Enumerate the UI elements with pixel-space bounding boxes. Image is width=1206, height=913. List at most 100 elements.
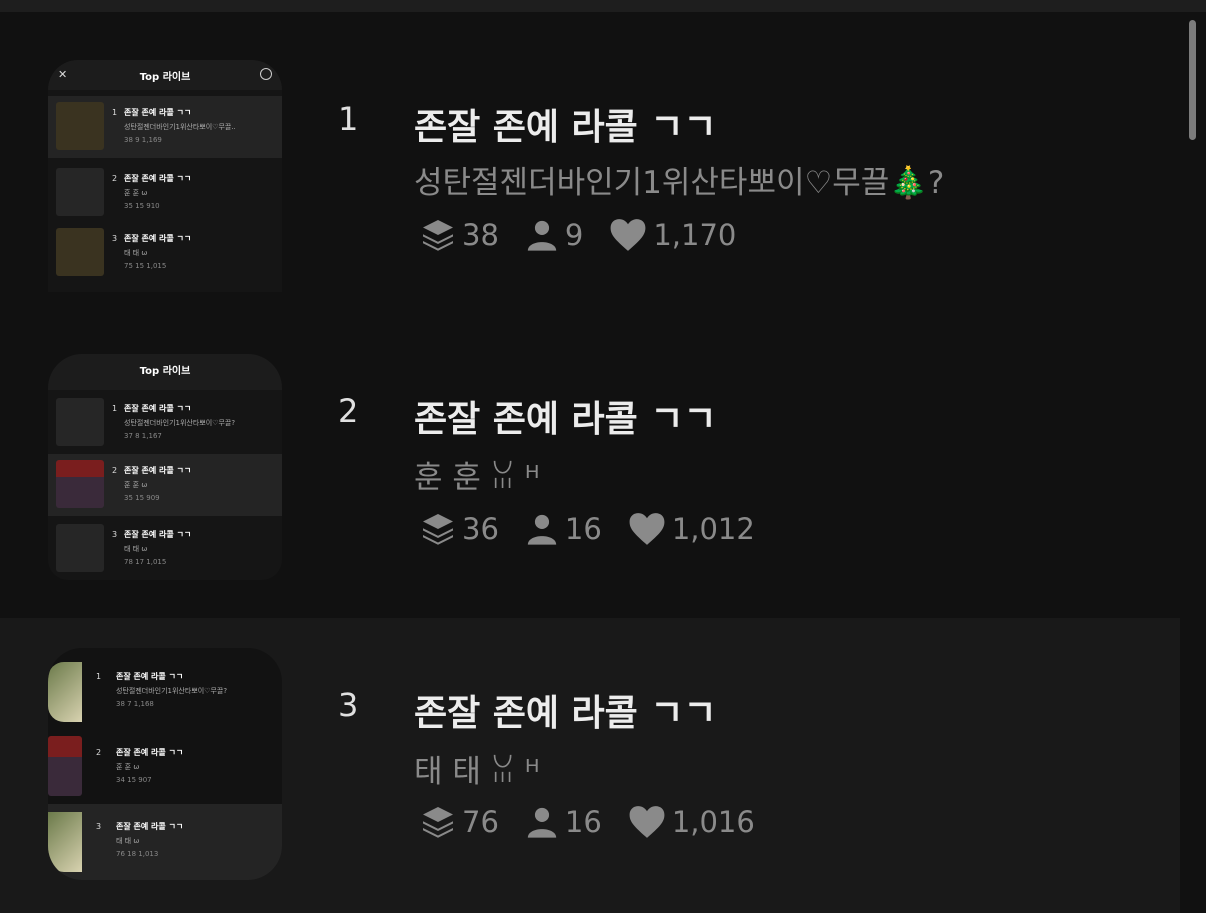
layers-icon xyxy=(420,217,456,253)
thumbnail-image xyxy=(48,736,82,796)
thumbnail-item-stats: 35 15 910 xyxy=(124,202,160,210)
thumbnail-image xyxy=(56,168,104,216)
heart-icon xyxy=(609,217,647,253)
thumbnail-list-item: 1 존잘 존예 라콜 ㄱㄱ 성탄절젠더바인기1위산타뽀이♡무끌? 38 7 1,… xyxy=(48,660,282,722)
thumbnail-list-item: 1 존잘 존예 라콜 ㄱㄱ 성탄절젠더바인기1위산타뽀이♡무끌.. 38 9 1… xyxy=(48,96,282,158)
top-bar xyxy=(0,0,1206,12)
thumbnail-item-title: 존잘 존예 라콜 ㄱㄱ xyxy=(116,822,184,831)
thumbnail-item-stats: 75 15 1,015 xyxy=(124,262,167,270)
layers-count: 38 xyxy=(462,218,499,252)
user-icon xyxy=(525,805,559,839)
users-stat: 16 xyxy=(525,805,602,839)
thumbnail-item-stats: 38 9 1,169 xyxy=(124,136,162,144)
live-host-name: 훈 훈 ꈍ ᴴ xyxy=(414,460,540,496)
vertical-scrollbar[interactable] xyxy=(1189,20,1196,140)
layers-count: 36 xyxy=(462,512,499,546)
thumbnail-header: Top 라이브 xyxy=(48,354,282,390)
thumbnail-item-subtitle: 태 태 ω xyxy=(124,249,148,257)
live-list-item-2[interactable]: Top 라이브 1 존잘 존예 라콜 ㄱㄱ 성탄절젠더바인기1위산타뽀이♡무끌?… xyxy=(0,304,1180,618)
heart-icon xyxy=(628,511,666,547)
thumbnail-item-stats: 76 18 1,013 xyxy=(116,850,159,858)
thumbnail-item-title: 존잘 존예 라콜 ㄱㄱ xyxy=(124,530,192,539)
thumbnail-item-subtitle: 태 태 ω xyxy=(116,837,140,845)
thumbnail-item-subtitle: 성탄절젠더바인기1위산타뽀이♡무끌? xyxy=(116,687,228,695)
live-thumbnail: 1 존잘 존예 라콜 ㄱㄱ 성탄절젠더바인기1위산타뽀이♡무끌? 38 7 1,… xyxy=(48,648,282,880)
rank-number: 3 xyxy=(338,686,359,724)
refresh-icon xyxy=(260,68,272,80)
live-title: 존잘 존예 라콜 ㄱㄱ xyxy=(414,693,717,734)
likes-stat: 1,170 xyxy=(609,217,736,253)
thumbnail-item-stats: 34 15 907 xyxy=(116,776,152,784)
thumbnail-item-stats: 78 17 1,015 xyxy=(124,558,167,566)
users-count: 9 xyxy=(564,218,584,252)
live-thumbnail: ✕ Top 라이브 1 존잘 존예 라콜 ㄱㄱ 성탄절젠더바인기1위산타뽀이♡무… xyxy=(48,60,282,292)
live-stats: 76 16 1,016 xyxy=(420,802,781,842)
thumbnail-item-subtitle: 훈 훈 ω xyxy=(124,189,148,197)
thumbnail-item-title: 존잘 존예 라콜 ㄱㄱ xyxy=(116,672,184,681)
thumbnail-item-title: 존잘 존예 라콜 ㄱㄱ xyxy=(116,748,184,757)
live-stats: 36 16 1,012 xyxy=(420,509,781,549)
thumbnail-item-rank: 1 xyxy=(112,108,118,117)
thumbnail-item-rank: 1 xyxy=(96,672,102,681)
thumbnail-list-item: 2 존잘 존예 라콜 ㄱㄱ 훈 훈 ω 35 15 910 xyxy=(48,162,282,224)
likes-stat: 1,012 xyxy=(628,511,755,547)
user-icon xyxy=(525,512,559,546)
thumbnail-item-stats: 35 15 909 xyxy=(124,494,160,502)
thumbnail-list-item: 3 존잘 존예 라콜 ㄱㄱ 태 태 ω 76 18 1,013 xyxy=(48,804,282,880)
live-stats: 38 9 1,170 xyxy=(420,215,762,255)
thumbnail-image xyxy=(56,398,104,446)
thumbnail-header-title: Top 라이브 xyxy=(139,366,191,377)
live-host-name: 성탄절젠더바인기1위산타뽀이♡무끌🎄? xyxy=(414,165,945,201)
rank-number: 2 xyxy=(338,392,359,430)
live-list-item-3[interactable]: 1 존잘 존예 라콜 ㄱㄱ 성탄절젠더바인기1위산타뽀이♡무끌? 38 7 1,… xyxy=(0,618,1180,913)
thumbnail-header-title: Top 라이브 xyxy=(139,72,191,83)
thumbnail-list-item: 2 존잘 존예 라콜 ㄱㄱ 훈 훈 ω 35 15 909 xyxy=(48,454,282,516)
thumbnail-list-item: 2 존잘 존예 라콜 ㄱㄱ 훈 훈 ω 34 15 907 xyxy=(48,736,282,798)
thumbnail-item-subtitle: 훈 훈 ω xyxy=(124,481,148,489)
live-title: 존잘 존예 라콜 ㄱㄱ xyxy=(414,399,717,440)
thumbnail-item-rank: 3 xyxy=(112,234,118,243)
thumbnail-list-item: 3 존잘 존예 라콜 ㄱㄱ 태 태 ω 75 15 1,015 xyxy=(48,222,282,284)
thumbnail-item-rank: 3 xyxy=(96,822,102,831)
thumbnail-item-stats: 37 8 1,167 xyxy=(124,432,162,440)
live-host-name: 태 태 ꈍ ᴴ xyxy=(414,754,540,790)
live-title: 존잘 존예 라콜 ㄱㄱ xyxy=(414,107,717,148)
thumbnail-item-subtitle: 훈 훈 ω xyxy=(116,763,140,771)
thumbnail-list-item: 1 존잘 존예 라콜 ㄱㄱ 성탄절젠더바인기1위산타뽀이♡무끌? 37 8 1,… xyxy=(48,392,282,454)
thumbnail-item-rank: 2 xyxy=(96,748,102,757)
users-stat: 16 xyxy=(525,512,602,546)
likes-count: 1,012 xyxy=(671,512,755,546)
thumbnail-image xyxy=(56,460,104,508)
thumbnail-header: ✕ Top 라이브 xyxy=(48,60,282,90)
layers-stat: 36 xyxy=(420,511,499,547)
thumbnail-image xyxy=(56,524,104,572)
likes-stat: 1,016 xyxy=(628,804,755,840)
thumbnail-image xyxy=(48,812,82,872)
thumbnail-item-subtitle: 성탄절젠더바인기1위산타뽀이♡무끌? xyxy=(124,419,236,427)
thumbnail-item-title: 존잘 존예 라콜 ㄱㄱ xyxy=(124,234,192,243)
thumbnail-item-rank: 2 xyxy=(112,466,118,475)
heart-icon xyxy=(628,804,666,840)
users-stat: 9 xyxy=(525,218,583,252)
layers-stat: 38 xyxy=(420,217,499,253)
users-count: 16 xyxy=(564,512,602,546)
thumbnail-item-subtitle: 태 태 ω xyxy=(124,545,148,553)
layers-icon xyxy=(420,511,456,547)
rank-number: 1 xyxy=(338,100,359,138)
likes-count: 1,170 xyxy=(653,218,737,252)
thumbnail-item-title: 존잘 존예 라콜 ㄱㄱ xyxy=(124,174,192,183)
thumbnail-item-title: 존잘 존예 라콜 ㄱㄱ xyxy=(124,108,192,117)
users-count: 16 xyxy=(564,805,602,839)
live-thumbnail: Top 라이브 1 존잘 존예 라콜 ㄱㄱ 성탄절젠더바인기1위산타뽀이♡무끌?… xyxy=(48,354,282,580)
likes-count: 1,016 xyxy=(671,805,755,839)
live-list-item-1[interactable]: ✕ Top 라이브 1 존잘 존예 라콜 ㄱㄱ 성탄절젠더바인기1위산타뽀이♡무… xyxy=(0,12,1180,304)
thumbnail-item-subtitle: 성탄절젠더바인기1위산타뽀이♡무끌.. xyxy=(124,123,236,131)
user-icon xyxy=(525,218,559,252)
thumbnail-item-rank: 1 xyxy=(112,404,118,413)
layers-stat: 76 xyxy=(420,804,499,840)
thumbnail-item-title: 존잘 존예 라콜 ㄱㄱ xyxy=(124,466,192,475)
thumbnail-item-stats: 38 7 1,168 xyxy=(116,700,154,708)
thumbnail-list-item: 3 존잘 존예 라콜 ㄱㄱ 태 태 ω 78 17 1,015 xyxy=(48,518,282,580)
layers-count: 76 xyxy=(462,805,499,839)
thumbnail-image xyxy=(56,102,104,150)
